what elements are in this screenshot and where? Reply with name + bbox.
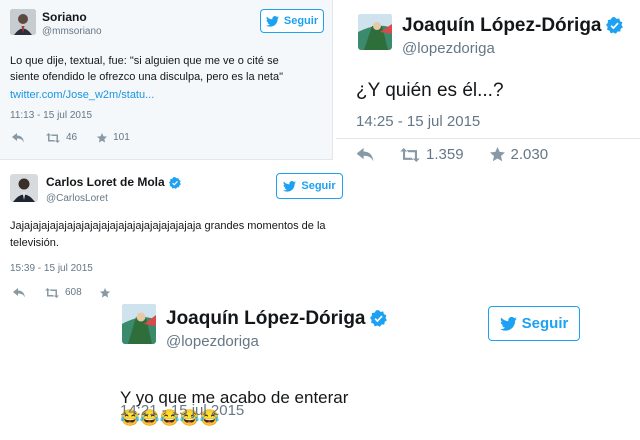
verified-icon [605,17,623,35]
verified-icon [168,176,181,189]
retweet-count: 46 [66,132,78,143]
retweet-count: 608 [65,287,82,298]
like-button[interactable]: 101 [97,132,130,143]
tweet-text: Jajajajajajajajajajajajajajajajajajajaja… [10,220,326,249]
follow-button[interactable]: Seguir [276,173,343,199]
twitter-bird-icon [265,15,279,27]
like-button[interactable]: 2.030 [489,146,549,163]
reply-icon [12,132,24,142]
tweet-link[interactable]: twitter.com/Jose_w2m/statu... [10,87,154,103]
tweet-text: Lo que dije, textual, fue: "si alguien q… [10,55,283,83]
reply-icon [13,287,25,297]
like-button[interactable] [99,287,110,298]
author-name[interactable]: Joaquín López-Dóriga [166,308,387,330]
follow-label: Seguir [301,180,336,192]
like-count: 2.030 [510,146,549,163]
timestamp[interactable]: 11:13 - 15 jul 2015 [10,110,92,121]
follow-button[interactable]: Seguir [488,306,580,341]
avatar[interactable] [358,14,392,50]
reply-icon [356,147,374,161]
author-handle[interactable]: @mmsoriano [42,26,102,37]
tweet-lopezdoriga-1: Joaquín López-Dóriga @lopezdoriga ¿Y qui… [336,0,640,185]
retweet-button[interactable]: 608 [45,287,82,298]
follow-label: Seguir [521,315,569,332]
star-icon [97,132,108,142]
retweet-icon [45,287,59,298]
reply-button[interactable] [12,132,24,143]
author-name[interactable]: Soriano [42,10,87,24]
author-handle[interactable]: @lopezdoriga [166,333,259,350]
timestamp[interactable]: 14:25 - 15 jul 2015 [356,113,480,130]
timestamp[interactable]: 14:21 - 15 jul 2015 [120,402,244,419]
tweet-carlosloret: Carlos Loret de Mola @CarlosLoret Seguir… [0,162,343,307]
reply-button[interactable] [13,287,25,298]
tweet-soriano: Soriano @mmsoriano Seguir Lo que dije, t… [0,0,333,160]
retweet-button[interactable]: 1.359 [400,146,464,163]
avatar[interactable] [122,304,156,344]
like-count: 101 [113,132,130,143]
reply-button[interactable] [356,147,374,162]
author-name[interactable]: Carlos Loret de Mola [46,175,181,189]
star-icon [99,287,110,297]
author-handle[interactable]: @CarlosLoret [46,193,108,204]
avatar[interactable] [10,174,38,202]
follow-button[interactable]: Seguir [260,9,324,33]
tweet-actions: 1.359 2.030 [356,146,548,163]
retweet-button[interactable]: 46 [46,132,77,143]
divider [336,138,640,139]
avatar[interactable] [10,9,36,35]
retweet-count: 1.359 [426,146,464,163]
tweet-lopezdoriga-2: Joaquín López-Dóriga @lopezdoriga Seguir… [110,296,605,440]
timestamp[interactable]: 15:39 - 15 jul 2015 [10,263,93,274]
twitter-bird-icon [499,316,517,331]
author-name[interactable]: Joaquín López-Dóriga [402,15,623,37]
twitter-bird-icon [283,180,297,192]
retweet-icon [46,132,60,143]
tweet-actions: 608 [13,287,110,298]
retweet-icon [400,147,420,162]
author-handle[interactable]: @lopezdoriga [402,40,495,57]
follow-label: Seguir [283,15,319,27]
tweet-text: Y yo que me acabo de enterar 😂😂😂😂😂 [120,388,349,427]
tweet-text: ¿Y quién es él...? [356,80,504,101]
verified-icon [369,310,387,328]
tweet-actions: 46 101 [12,132,130,143]
star-icon [489,147,505,162]
